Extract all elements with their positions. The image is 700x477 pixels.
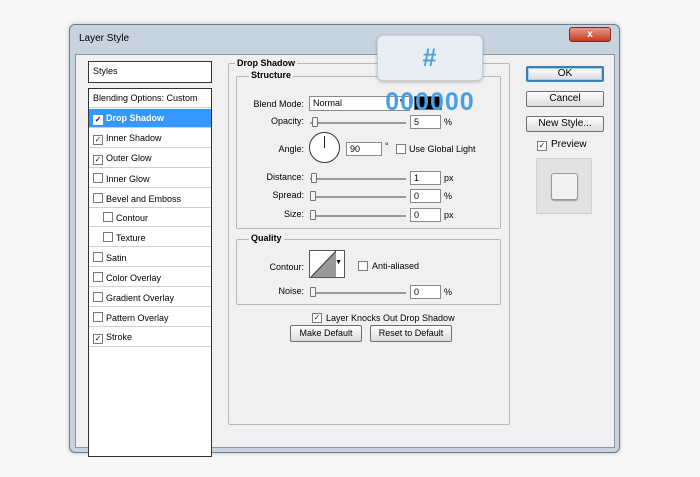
- noise-input[interactable]: 0: [410, 285, 441, 299]
- use-global-light-label: Use Global Light: [409, 144, 476, 154]
- anti-aliased-label: Anti-aliased: [372, 261, 420, 271]
- noise-label: Noise:: [278, 286, 304, 296]
- style-checkbox[interactable]: ✓: [93, 333, 103, 344]
- spread-input[interactable]: 0: [410, 189, 441, 203]
- style-checkbox[interactable]: [93, 272, 103, 283]
- styles-list-item[interactable]: Color Overlay: [89, 268, 211, 288]
- spread-unit: %: [444, 191, 453, 201]
- styles-list-item[interactable]: Inner Glow: [89, 169, 211, 188]
- styles-list-item[interactable]: ✓ Stroke: [89, 328, 211, 347]
- structure-title: Structure: [249, 70, 294, 80]
- preview-checkbox[interactable]: ✓: [537, 141, 547, 151]
- styles-list-item[interactable]: Texture: [89, 228, 211, 248]
- opacity-slider-thumb[interactable]: [312, 117, 318, 127]
- style-item-label: Pattern Overlay: [106, 312, 169, 323]
- anti-aliased-checkbox[interactable]: [358, 261, 368, 271]
- title-bar[interactable]: Layer Style x: [70, 25, 619, 53]
- spread-label: Spread:: [272, 190, 304, 200]
- noise-slider-thumb[interactable]: [310, 287, 316, 297]
- cancel-button[interactable]: Cancel: [526, 91, 604, 107]
- distance-slider-thumb[interactable]: [311, 173, 317, 183]
- style-item-label: Contour: [116, 213, 149, 224]
- reset-to-default-button[interactable]: Reset to Default: [370, 325, 452, 342]
- new-style-button[interactable]: New Style...: [526, 116, 604, 132]
- size-slider-thumb[interactable]: [310, 210, 316, 220]
- style-item-label: Drop Shadow: [106, 112, 164, 123]
- angle-dial-needle: [324, 136, 325, 148]
- quality-title: Quality: [249, 233, 284, 243]
- ok-button[interactable]: OK: [526, 66, 604, 82]
- close-button[interactable]: x: [569, 27, 611, 42]
- hex-color-badge: # 000000: [377, 35, 483, 116]
- style-checkbox[interactable]: [93, 292, 103, 302]
- contour-dropdown-arrow-icon: ▼: [335, 259, 342, 266]
- styles-list: Blending Options: Custom ✓ Drop Shadow ✓ Inn…: [88, 88, 212, 457]
- styles-header-label: Styles: [93, 66, 118, 76]
- style-item-label: Gradient Overlay: [106, 293, 175, 303]
- style-checkbox[interactable]: ✓: [93, 114, 103, 125]
- dialog-body: Styles Blending Options: Custom ✓ Drop Sha…: [75, 54, 615, 457]
- style-checkbox[interactable]: [103, 232, 113, 243]
- noise-unit: %: [444, 287, 453, 297]
- make-default-button[interactable]: Make Default: [290, 325, 362, 342]
- distance-slider[interactable]: [310, 173, 406, 183]
- size-unit: px: [444, 210, 454, 220]
- style-item-label: Bevel and Emboss: [106, 193, 182, 204]
- style-checkbox[interactable]: [93, 252, 103, 263]
- styles-list-item[interactable]: Pattern Overlay: [89, 308, 211, 327]
- contour-preview-icon: [311, 251, 336, 277]
- style-preview-swatch: [551, 173, 578, 200]
- style-preview-box: [536, 158, 592, 214]
- style-checkbox[interactable]: [103, 212, 113, 223]
- size-label: Size:: [283, 209, 304, 219]
- styles-list-item[interactable]: Satin: [89, 248, 211, 268]
- blend-mode-label: Blend Mode:: [253, 99, 304, 109]
- style-item-label: Inner Shadow: [106, 132, 162, 143]
- style-item-label: Texture: [116, 233, 146, 244]
- styles-list-item[interactable]: ✓ Inner Shadow: [89, 129, 211, 148]
- noise-slider[interactable]: [310, 287, 406, 297]
- styles-header[interactable]: Styles: [88, 61, 212, 83]
- styles-list-item[interactable]: Gradient Overlay: [89, 288, 211, 307]
- style-item-label: Stroke: [106, 331, 133, 342]
- preview-label: Preview: [551, 139, 587, 150]
- spread-slider[interactable]: [310, 191, 406, 201]
- styles-list-item[interactable]: ✓ Outer Glow: [89, 149, 211, 168]
- styles-list-item[interactable]: Contour: [89, 208, 211, 228]
- angle-label: Angle:: [278, 144, 304, 154]
- style-checkbox[interactable]: ✓: [93, 154, 103, 165]
- size-input[interactable]: 0: [410, 208, 441, 222]
- style-checkbox[interactable]: [93, 192, 103, 203]
- style-item-label: Blending Options: Custom: [93, 93, 198, 103]
- distance-input[interactable]: 1: [410, 171, 441, 185]
- contour-label: Contour:: [269, 262, 304, 272]
- drop-shadow-title: Drop Shadow: [235, 58, 297, 68]
- style-checkbox[interactable]: ✓: [93, 134, 103, 145]
- blend-mode-value: Normal: [313, 98, 343, 108]
- style-item-label: Outer Glow: [106, 152, 152, 163]
- style-checkbox[interactable]: [93, 172, 103, 183]
- style-item-label: Satin: [106, 253, 127, 264]
- layer-knocks-out-label: Layer Knocks Out Drop Shadow: [326, 313, 455, 323]
- contour-picker[interactable]: ▼: [309, 250, 345, 278]
- styles-list-item[interactable]: ✓ Drop Shadow: [89, 108, 211, 128]
- dialog-title: Layer Style: [79, 33, 130, 44]
- distance-label: Distance:: [266, 172, 304, 182]
- angle-input[interactable]: 90: [346, 142, 382, 156]
- style-item-label: Inner Glow: [106, 173, 150, 184]
- styles-list-item[interactable]: Blending Options: Custom: [89, 89, 211, 108]
- style-item-label: Color Overlay: [106, 273, 162, 284]
- distance-unit: px: [444, 173, 454, 183]
- layer-style-dialog: Layer Style x Styles Blending Options: C…: [69, 24, 620, 457]
- angle-dial[interactable]: [309, 132, 340, 163]
- styles-list-item[interactable]: Bevel and Emboss: [89, 189, 211, 208]
- use-global-light-checkbox[interactable]: [396, 144, 406, 154]
- size-slider[interactable]: [310, 210, 406, 220]
- style-checkbox[interactable]: [93, 311, 103, 322]
- layer-knocks-out-checkbox[interactable]: ✓: [312, 313, 322, 323]
- opacity-label: Opacity:: [270, 116, 304, 126]
- spread-slider-thumb[interactable]: [310, 191, 316, 201]
- angle-unit: °: [385, 141, 389, 151]
